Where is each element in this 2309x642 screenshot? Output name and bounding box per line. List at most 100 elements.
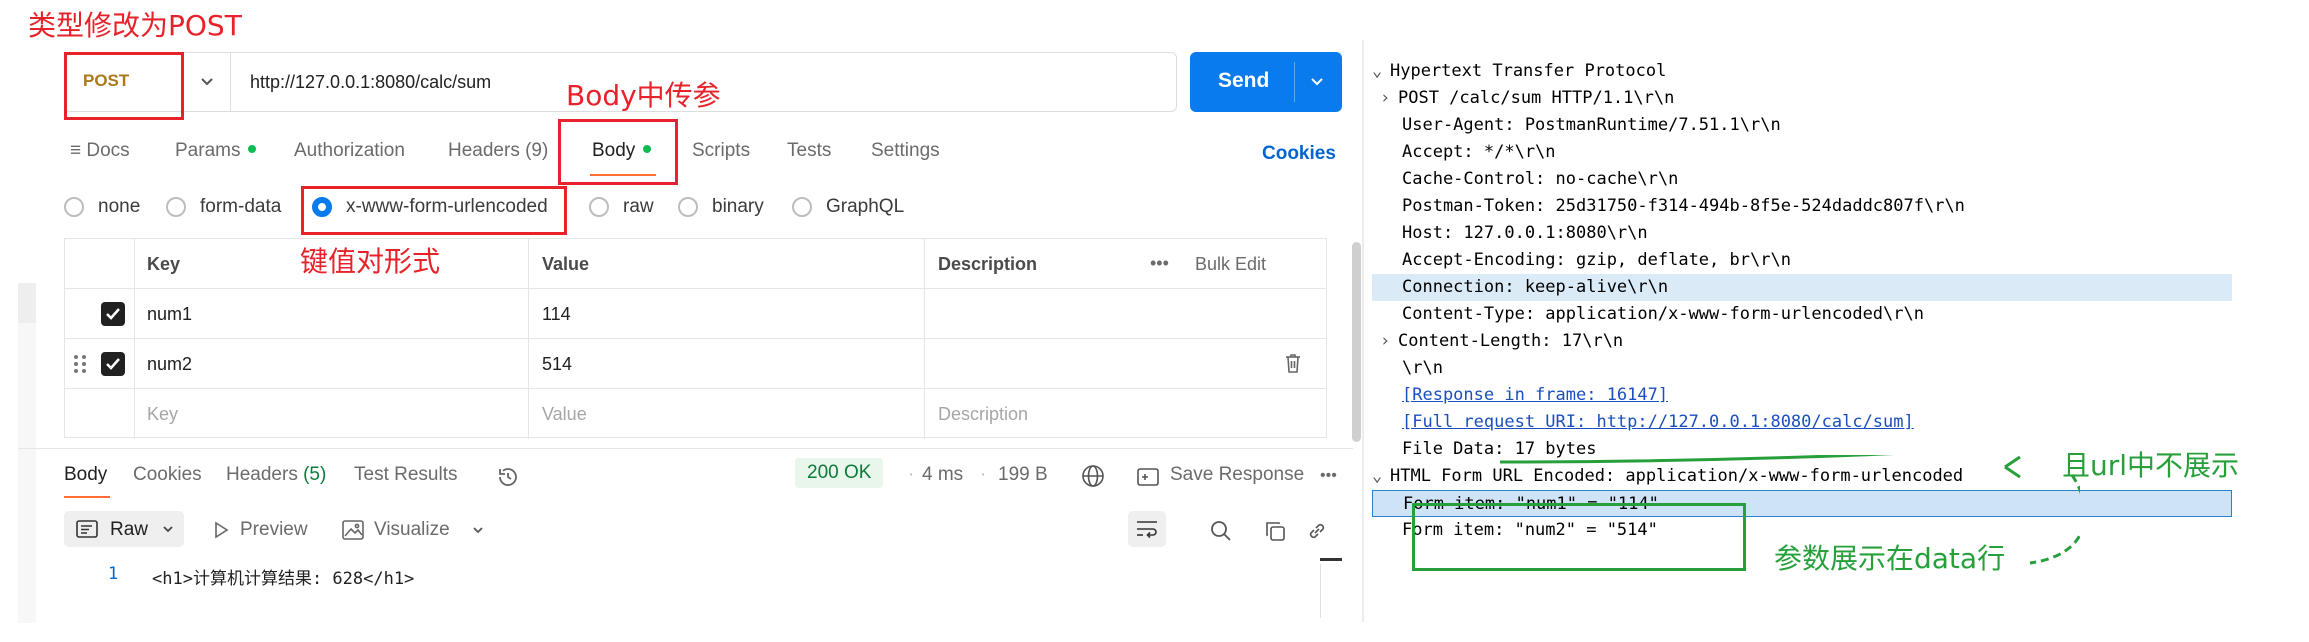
tab-label: Scripts [692,140,751,161]
packet-tree-text: User-Agent: PostmanRuntime/7.51.1\r\n [1402,115,1781,135]
docs-icon: ≡ [70,140,82,161]
collapse-arrow-icon[interactable]: ⌄ [1372,58,1390,85]
packet-tree-line[interactable]: Accept-Encoding: gzip, deflate, br\r\n [1372,247,2232,274]
row-value[interactable]: 514 [542,354,572,375]
row-checkbox[interactable] [101,352,125,376]
pane-divider[interactable] [18,448,1353,449]
tab-label: Tests [787,140,832,161]
tab-tests[interactable]: Tests [787,140,831,162]
expand-arrow-icon[interactable]: › [1380,328,1398,355]
format-label: Raw [110,519,149,540]
expand-arrow-icon[interactable]: › [1380,85,1398,112]
key-placeholder[interactable]: Key [147,404,178,425]
tab-authorization[interactable]: Authorization [294,140,405,162]
value-placeholder[interactable]: Value [542,404,587,425]
drag-handle-icon[interactable] [73,353,87,375]
row-key[interactable]: num2 [147,354,192,375]
packet-tree-line[interactable]: Content-Type: application/x-www-form-url… [1372,301,2232,328]
chevron-down-icon[interactable] [196,71,218,93]
annotation-body: Body中传参 [566,79,721,112]
packet-tree-line[interactable]: ⌄ Hypertext Transfer Protocol [1372,58,2232,85]
tab-test-results[interactable]: Test Results [354,464,457,486]
save-response-icon[interactable] [1136,466,1160,488]
tab-scripts[interactable]: Scripts [692,140,750,162]
packet-tree-line[interactable]: Cache-Control: no-cache\r\n [1372,166,2232,193]
radio-none[interactable]: none [64,196,140,218]
tab-params[interactable]: Params [175,140,257,162]
radio-graphql[interactable]: GraphQL [792,196,904,218]
more-options-icon[interactable]: ••• [1320,467,1337,485]
link-icon[interactable] [1306,520,1328,542]
scrollbar[interactable] [1352,242,1361,442]
radio-label: GraphQL [826,196,905,217]
save-response-button[interactable]: Save Response [1170,464,1304,486]
tab-label: Headers (9) [448,140,549,161]
highlight-box-method [64,52,184,120]
radio-binary[interactable]: binary [678,196,764,218]
tab-label: Body [64,464,108,485]
history-icon[interactable] [496,465,520,489]
send-button[interactable]: Send [1190,52,1342,112]
packet-tree-line[interactable]: [Response in frame: 16147] [1372,382,2232,409]
packet-tree-line[interactable]: [Full request URI: http://127.0.0.1:8080… [1372,409,2232,436]
tab-headers[interactable]: Headers (9) [448,140,548,162]
tab-label: Docs [86,140,130,161]
packet-tree-line[interactable]: Postman-Token: 25d31750-f314-494b-8f5e-5… [1372,193,2232,220]
headers-count: (5) [303,464,327,485]
tab-response-headers[interactable]: Headers (5) [226,464,326,486]
tab-label: Headers [226,464,298,485]
scrollbar[interactable] [1320,564,1321,618]
tab-response-body[interactable]: Body [64,464,107,486]
chevron-down-icon [163,526,173,533]
copy-icon[interactable] [1264,520,1286,542]
response-size[interactable]: 199 B [998,464,1048,486]
packet-tree-line[interactable]: Accept: */*\r\n [1372,139,2232,166]
packet-tree-line[interactable]: Host: 127.0.0.1:8080\r\n [1372,220,2232,247]
tab-settings[interactable]: Settings [871,140,940,162]
visualize-button[interactable]: Visualize [374,519,450,541]
preview-button[interactable]: Preview [240,519,308,541]
image-icon[interactable] [342,520,364,540]
row-checkbox[interactable] [101,302,125,326]
chevron-down-icon[interactable] [1306,71,1328,93]
packet-tree-text: Content-Length: 17\r\n [1398,331,1624,351]
packet-tree-line[interactable]: › Content-Length: 17\r\n [1372,328,2232,355]
description-placeholder[interactable]: Description [938,404,1028,425]
url-input[interactable]: http://127.0.0.1:8080/calc/sum [250,72,491,93]
response-body-line: <h1>计算机计算结果: 628</h1> [152,569,415,589]
chevron-down-icon[interactable] [470,522,486,538]
bulk-edit-button[interactable]: Bulk Edit [1195,254,1266,275]
search-icon[interactable] [1210,520,1232,542]
table-row: num2 514 [65,339,1326,389]
packet-tree-text: Cache-Control: no-cache\r\n [1402,169,1679,189]
globe-icon[interactable] [1080,463,1106,489]
tab-response-cookies[interactable]: Cookies [133,464,202,486]
packet-tree-text: Connection: keep-alive\r\n [1402,277,1669,297]
packet-tree-line[interactable]: \r\n [1372,355,2232,382]
trash-icon[interactable] [1283,352,1303,374]
radio-circle [678,197,698,217]
more-options-icon[interactable]: ••• [1150,253,1169,274]
radio-raw[interactable]: raw [589,196,654,218]
packet-tree-line[interactable]: User-Agent: PostmanRuntime/7.51.1\r\n [1372,112,2232,139]
collapse-arrow-icon[interactable]: ⌄ [1372,463,1390,490]
key-value-table: Key Value Description ••• Bulk Edit num1… [64,238,1327,439]
format-select[interactable]: Raw [64,511,184,547]
radio-form-data[interactable]: form-data [166,196,281,218]
cookies-link[interactable]: Cookies [1262,143,1336,165]
radio-label: none [98,196,141,217]
packet-tree-line[interactable]: › POST /calc/sum HTTP/1.1\r\n [1372,85,2232,112]
play-icon[interactable] [212,521,230,539]
row-key[interactable]: num1 [147,304,192,325]
tab-label: Cookies [133,464,202,485]
separator: · [908,464,915,485]
packet-tree-line[interactable]: Connection: keep-alive\r\n [1372,274,2232,301]
divider [230,53,231,111]
status-badge[interactable]: 200 OK [795,458,884,488]
check-icon [106,358,120,370]
sidebar-strip [18,323,36,623]
wrap-lines-button[interactable] [1128,511,1166,547]
tab-docs[interactable]: ≡ Docs [70,140,130,162]
row-value[interactable]: 114 [542,304,571,325]
response-time[interactable]: 4 ms [922,464,963,486]
